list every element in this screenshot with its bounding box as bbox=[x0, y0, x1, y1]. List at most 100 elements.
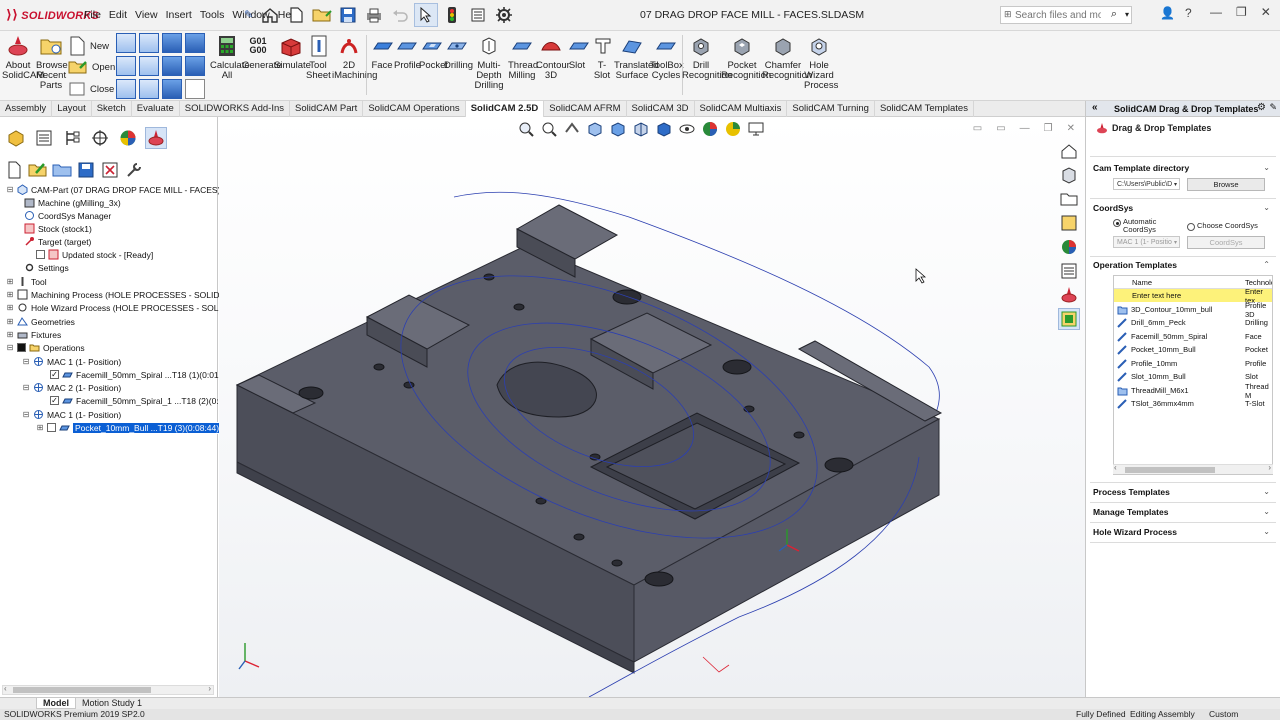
contour-3d-button[interactable]: Contour 3D bbox=[536, 33, 570, 81]
status-units[interactable]: Custom bbox=[1209, 709, 1238, 720]
tab-solidcam-afrm[interactable]: SolidCAM AFRM bbox=[544, 101, 627, 117]
tab-evaluate[interactable]: Evaluate bbox=[132, 101, 180, 117]
template-directory-field[interactable]: C:\Users\Public\D ▾ bbox=[1113, 178, 1180, 190]
menu-edit[interactable]: Edit bbox=[109, 9, 127, 21]
feature-manager-tab[interactable] bbox=[5, 127, 27, 149]
save-button[interactable] bbox=[336, 3, 360, 27]
pocket-button[interactable]: Pocket bbox=[419, 33, 448, 71]
close-cam-part-button[interactable] bbox=[99, 159, 120, 180]
close-button[interactable]: Close bbox=[68, 81, 114, 97]
dimxpert-tab[interactable] bbox=[89, 127, 111, 149]
pin-menu-icon[interactable]: ✎ bbox=[244, 8, 253, 21]
table-row[interactable]: Profile_10mm Profile bbox=[1114, 357, 1272, 370]
solidcam-task-tab[interactable] bbox=[1058, 284, 1080, 306]
search-scope-icon[interactable]: ⊞ bbox=[1004, 9, 1012, 20]
tree-updated-stock[interactable]: Updated stock - [Ready] bbox=[36, 248, 153, 261]
tree-horizontal-scrollbar[interactable]: ‹ › bbox=[2, 684, 214, 695]
tree-cam-part[interactable]: ⊟ CAM-Part (07 DRAG DROP FACE MILL - FACE… bbox=[6, 183, 220, 196]
appearances-tab[interactable] bbox=[1058, 236, 1080, 258]
imachining-2d-button[interactable]: 2D iMachining bbox=[332, 33, 377, 81]
tools-settings-button[interactable] bbox=[123, 159, 144, 180]
view-top-button[interactable] bbox=[185, 33, 205, 53]
coordsys-select[interactable]: MAC 1 (1- Positio ▾ bbox=[1113, 236, 1180, 248]
tree-mac1-position[interactable]: ⊟ MAC 1 (1- Position) bbox=[22, 355, 122, 368]
tree-op-pocket[interactable]: ⊞ Pocket_10mm_Bull ...T19 (3)(0:08:44) bbox=[36, 421, 223, 434]
table-row[interactable]: Drill_6mm_Peck Drilling bbox=[1114, 316, 1272, 329]
new-button[interactable]: New bbox=[68, 35, 109, 57]
tab-solidcam-3d[interactable]: SolidCAM 3D bbox=[627, 101, 695, 117]
chevron-down-icon[interactable]: ▾ bbox=[1125, 10, 1129, 19]
view-dimetric-button[interactable] bbox=[185, 56, 205, 76]
display-manager-tab[interactable] bbox=[117, 127, 139, 149]
scrollbar-thumb[interactable] bbox=[13, 687, 151, 693]
browse-button[interactable]: Browse bbox=[1187, 178, 1265, 191]
file-explorer-tab[interactable] bbox=[1058, 188, 1080, 210]
tree-coordsys-manager[interactable]: CoordSys Manager bbox=[24, 209, 111, 222]
scroll-right-icon[interactable]: › bbox=[208, 684, 211, 693]
view-palette-tab[interactable] bbox=[1058, 212, 1080, 234]
tab-sketch[interactable]: Sketch bbox=[92, 101, 132, 117]
manage-templates-label[interactable]: Manage Templates bbox=[1093, 507, 1168, 517]
search-icon[interactable]: ⌕ bbox=[1111, 8, 1117, 21]
options-button[interactable] bbox=[492, 3, 516, 27]
chevron-down-icon[interactable]: ▾ bbox=[1174, 239, 1177, 246]
hole-wizard-process-button[interactable]: Hole Wizard Process bbox=[804, 33, 838, 91]
table-row[interactable]: Facemill_50mm_Spiral Face bbox=[1114, 330, 1272, 343]
tree-geometries[interactable]: ⊞ Geometries bbox=[6, 315, 75, 328]
menu-tools[interactable]: Tools bbox=[200, 9, 225, 21]
drill-recognition-button[interactable]: Drill Recognition bbox=[682, 33, 732, 81]
tab-solidcam-part[interactable]: SolidCAM Part bbox=[290, 101, 364, 117]
op-pocket-checkbox[interactable] bbox=[47, 423, 56, 432]
slot-button[interactable]: Slot bbox=[566, 33, 589, 71]
undo-button[interactable] bbox=[388, 3, 412, 27]
toolbox-cycles-button[interactable]: ToolBox Cycles bbox=[650, 33, 684, 81]
automatic-coordsys-radio[interactable]: Automatic CoordSys bbox=[1113, 218, 1173, 234]
chevron-down-icon[interactable]: ▾ bbox=[1174, 181, 1177, 188]
print-button[interactable] bbox=[362, 3, 386, 27]
tab-solidworks-addins[interactable]: SOLIDWORKS Add-Ins bbox=[180, 101, 291, 117]
coordsys-button[interactable]: CoordSys bbox=[1187, 236, 1265, 249]
tree-mac2-position[interactable]: ⊟ MAC 2 (1- Position) bbox=[22, 381, 122, 394]
cad-model-scene[interactable] bbox=[219, 117, 1085, 697]
view-iso-button[interactable] bbox=[162, 33, 182, 53]
new-document-button[interactable] bbox=[284, 3, 308, 27]
home-button[interactable] bbox=[258, 3, 282, 27]
tab-motion-study[interactable]: Motion Study 1 bbox=[76, 698, 148, 709]
simulate-button[interactable]: Simulate bbox=[274, 33, 311, 71]
hole-wizard-process-label[interactable]: Hole Wizard Process bbox=[1093, 527, 1177, 537]
scroll-left-icon[interactable]: ‹ bbox=[4, 684, 7, 693]
about-solidcam-button[interactable]: About SolidCAM bbox=[2, 33, 44, 81]
tree-stock[interactable]: Stock (stock1) bbox=[24, 222, 92, 235]
view-trimetric-button[interactable] bbox=[139, 79, 159, 99]
view-front-button[interactable] bbox=[116, 33, 136, 53]
table-row[interactable]: Pocket_10mm_Bull Pocket bbox=[1114, 343, 1272, 356]
op-facemill-1-checkbox[interactable]: ✓ bbox=[50, 370, 59, 379]
table-row[interactable]: TSlot_36mmx4mm T-Slot bbox=[1114, 397, 1272, 410]
configuration-manager-tab[interactable] bbox=[61, 127, 83, 149]
expand-icon[interactable]: ⌄ bbox=[1263, 527, 1270, 536]
t-slot-button[interactable]: T-Slot bbox=[590, 33, 614, 81]
tab-solidcam-25d[interactable]: SolidCAM 2.5D bbox=[465, 101, 545, 117]
select-button[interactable] bbox=[414, 3, 438, 27]
design-library-tab[interactable] bbox=[1058, 164, 1080, 186]
tab-solidcam-operations[interactable]: SolidCAM Operations bbox=[363, 101, 466, 117]
new-cam-part-button[interactable] bbox=[3, 159, 24, 180]
menu-view[interactable]: View bbox=[135, 9, 158, 21]
panel-pin-icon[interactable]: ✎ bbox=[1269, 102, 1277, 113]
open-cam-part-button[interactable] bbox=[27, 159, 48, 180]
collapse-icon[interactable]: ⌄ bbox=[1263, 163, 1270, 172]
custom-properties-tab[interactable] bbox=[1058, 260, 1080, 282]
view-bottom-button[interactable] bbox=[162, 56, 182, 76]
process-templates-label[interactable]: Process Templates bbox=[1093, 487, 1170, 497]
scroll-left-icon[interactable]: ‹ bbox=[1114, 463, 1117, 472]
view-normal-button[interactable] bbox=[116, 79, 136, 99]
tree-mac1-position-2[interactable]: ⊟ MAC 1 (1- Position) bbox=[22, 408, 122, 421]
property-manager-tab[interactable] bbox=[33, 127, 55, 149]
restore-icon[interactable]: ❐ bbox=[1236, 5, 1247, 19]
tab-solidcam-multiaxis[interactable]: SolidCAM Multiaxis bbox=[695, 101, 788, 117]
table-row[interactable]: 3D_Contour_10mm_bull Profile 3D bbox=[1114, 301, 1272, 319]
rebuild-button[interactable] bbox=[440, 3, 464, 27]
tab-assembly[interactable]: Assembly bbox=[0, 101, 53, 117]
tab-layout[interactable]: Layout bbox=[52, 101, 92, 117]
tree-fixtures[interactable]: ⊞ Fixtures bbox=[6, 328, 62, 341]
